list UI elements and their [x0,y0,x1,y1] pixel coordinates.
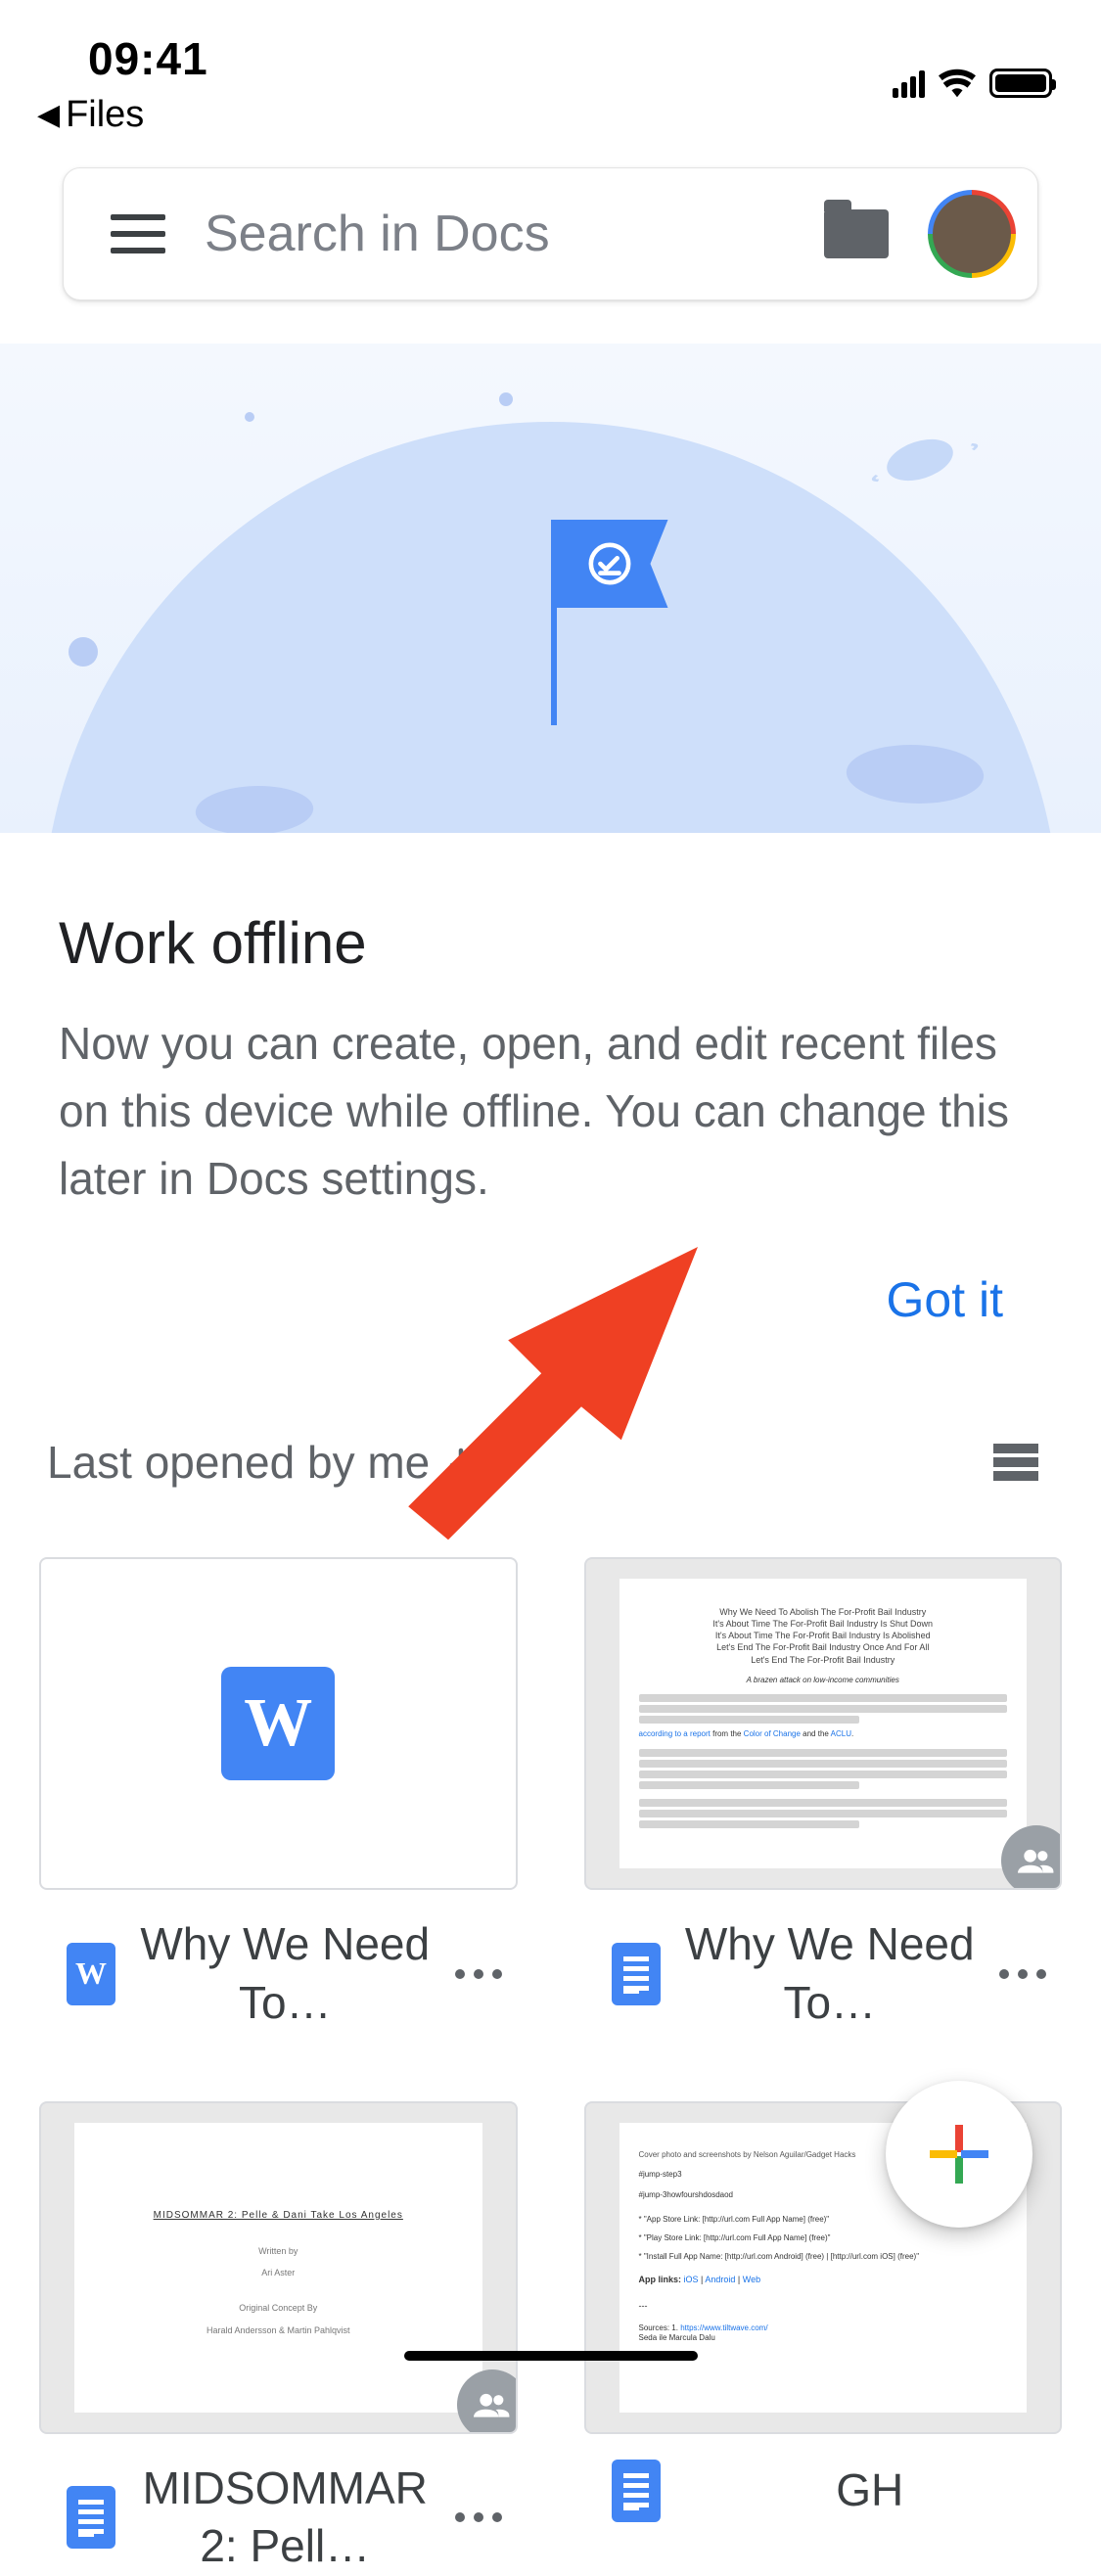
list-view-toggle[interactable] [993,1444,1038,1481]
file-grid: W W Why We Need To… Why We Need To Aboli… [0,1489,1101,2576]
docs-type-icon [612,1943,661,2005]
battery-icon [989,69,1052,98]
search-bar[interactable]: Search in Docs [63,167,1038,300]
offline-hero-illustration [0,344,1101,833]
file-title: Why We Need To… [139,1915,432,2033]
more-options-button[interactable] [455,2512,512,2522]
account-avatar[interactable] [928,190,1016,278]
promo-title: Work offline [59,909,1042,977]
docs-type-icon [612,2460,661,2522]
file-title: Why We Need To… [684,1915,977,2033]
back-label: Files [66,94,144,136]
file-card[interactable]: Why We Need To Abolish The For-Profit Ba… [584,1557,1063,2033]
status-bar: 09:41 [0,0,1101,88]
word-file-icon: W [221,1667,335,1780]
file-title: GH [684,2461,1057,2520]
menu-icon[interactable] [111,214,165,253]
folder-icon[interactable] [824,209,889,258]
back-chevron-icon: ◀ [37,98,60,132]
more-options-button[interactable] [999,1969,1056,1979]
search-input[interactable]: Search in Docs [205,205,824,263]
new-document-fab[interactable] [886,2081,1032,2228]
promo-body: Now you can create, open, and edit recen… [59,1010,1042,1213]
home-indicator [404,2351,698,2361]
docs-type-icon [67,2486,115,2549]
got-it-button[interactable]: Got it [887,1271,1003,1328]
status-right [893,69,1052,98]
cellular-icon [893,69,925,98]
flag-check-icon [551,520,668,608]
offline-promo: Work offline Now you can create, open, a… [0,833,1101,1213]
file-thumbnail: Why We Need To Abolish The For-Profit Ba… [584,1557,1063,1890]
word-type-icon: W [67,1943,115,2005]
status-time: 09:41 [88,32,208,85]
shared-badge-icon [1001,1825,1062,1890]
sort-label: Last opened by me [47,1436,430,1489]
arrow-down-icon [443,1445,479,1480]
file-title: MIDSOMMAR 2: Pell… [139,2460,432,2576]
file-card[interactable]: MIDSOMMAR 2: Pelle & Dani Take Los Angel… [39,2101,518,2576]
file-thumbnail: W [39,1557,518,1890]
plus-icon [930,2125,988,2184]
file-card[interactable]: W W Why We Need To… [39,1557,518,2033]
wifi-icon [939,69,976,98]
more-options-button[interactable] [455,1969,512,1979]
sort-selector[interactable]: Last opened by me [47,1436,479,1489]
